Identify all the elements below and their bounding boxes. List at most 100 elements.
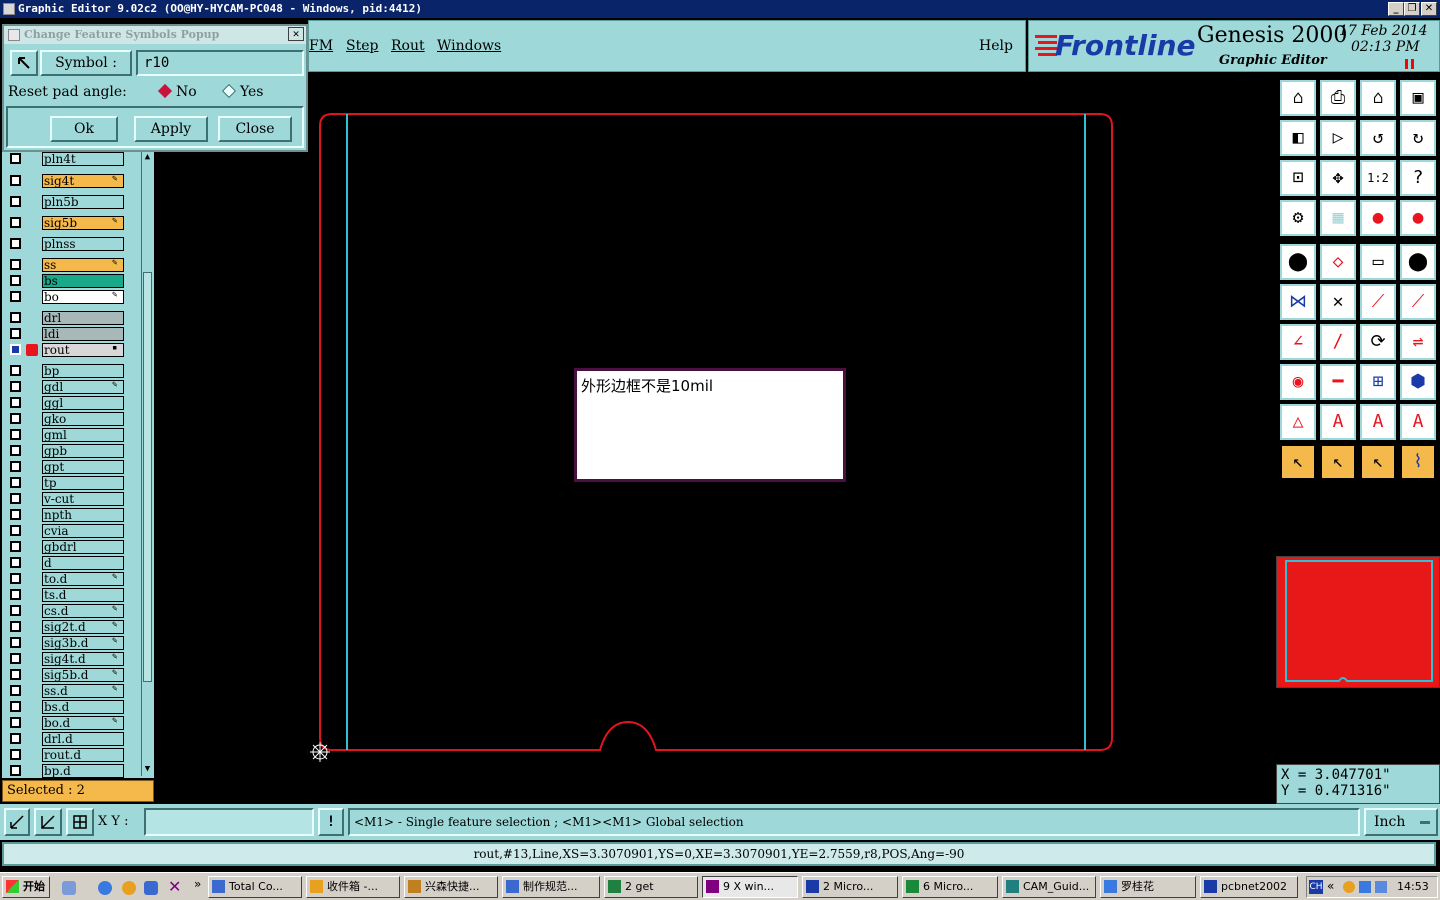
language-indicator[interactable]: CH [1309, 880, 1323, 894]
layer-checkbox[interactable] [10, 541, 21, 552]
measure-mode-button[interactable] [34, 808, 62, 836]
symbol-input[interactable]: r10 [136, 50, 304, 76]
layer-row-gko[interactable]: gko [8, 412, 126, 426]
minimize-button[interactable]: _ [1388, 2, 1404, 16]
layer-row-ts-d[interactable]: ts.d [8, 588, 126, 602]
layer-name[interactable]: tp [42, 476, 124, 490]
layer-row-ggl[interactable]: ggl [8, 396, 126, 410]
zoom-center-tool[interactable]: ✥ [1320, 160, 1356, 196]
layer-checkbox[interactable] [10, 461, 21, 472]
taskbar-button[interactable]: 收件箱 -... [306, 876, 400, 898]
arc-tool[interactable]: ⟳ [1360, 324, 1396, 360]
layer-checkbox[interactable] [10, 669, 21, 680]
shapes-tool[interactable]: ⬢ [1400, 364, 1436, 400]
layer-red-tool[interactable]: ● [1360, 200, 1396, 236]
layer-checkbox[interactable] [10, 605, 21, 616]
layer-checkbox[interactable] [10, 525, 21, 536]
house-tool[interactable]: ⌂ [1360, 80, 1396, 116]
layer-row-pln5b[interactable]: pln5b [8, 195, 126, 209]
triangle-b-tool[interactable]: A [1360, 404, 1396, 440]
quicklaunch-ie-icon[interactable] [98, 881, 112, 895]
triangle-a-tool[interactable]: A [1320, 404, 1356, 440]
add-pad-tool[interactable]: ⬤ [1280, 244, 1316, 280]
layer-row-rout[interactable]: rout ▪ [8, 343, 126, 357]
angle-tool[interactable]: ∠ [1280, 324, 1316, 360]
ok-button[interactable]: Ok [50, 116, 118, 142]
layer-scrollbar[interactable]: ▲ ▼ [141, 152, 153, 776]
layer-checkbox[interactable] [10, 477, 21, 488]
pointer-alt-tool[interactable]: ↖ [1360, 444, 1396, 480]
layer-row-sig4t-d[interactable]: sig4t.d ✎ [8, 652, 126, 666]
layer-row-ss-d[interactable]: ss.d ✎ [8, 684, 126, 698]
layer-row-sig2t-d[interactable]: sig2t.d ✎ [8, 620, 126, 634]
start-button[interactable]: 开始 [2, 876, 50, 898]
layer-row-rout-d[interactable]: rout.d [8, 748, 126, 762]
quicklaunch-clock-icon[interactable] [122, 881, 136, 895]
layer-row-gdl[interactable]: gdl ✎ [8, 380, 126, 394]
layer-checkbox[interactable] [10, 637, 21, 648]
layer-name[interactable]: bs.d [42, 700, 124, 714]
layer-checkbox[interactable] [10, 701, 21, 712]
overview-map[interactable] [1276, 556, 1440, 688]
layer-checkbox[interactable] [10, 413, 21, 424]
menu-windows[interactable]: Windows [437, 38, 501, 54]
layer-name[interactable]: bp.d [42, 764, 124, 778]
point-line-tool[interactable]: ⟋ [1400, 284, 1436, 320]
layer-row-tp[interactable]: tp [8, 476, 126, 490]
layer-name[interactable]: gml [42, 428, 124, 442]
scroll-thumb[interactable] [143, 272, 152, 682]
scale-tool[interactable]: 1:2 [1360, 160, 1396, 196]
layer-row-sig3b-d[interactable]: sig3b.d ✎ [8, 636, 126, 650]
layer-row-bo[interactable]: bo ✎ [8, 290, 126, 304]
taskbar-button[interactable]: 罗桂花 [1100, 876, 1196, 898]
layer-name[interactable]: npth [42, 508, 124, 522]
quicklaunch-x-icon[interactable]: ✕ [168, 877, 181, 896]
layer-name[interactable]: bp [42, 364, 124, 378]
layer-name[interactable]: d [42, 556, 124, 570]
window-tool[interactable]: ▣ [1400, 80, 1436, 116]
layer-row-d[interactable]: d [8, 556, 126, 570]
layer-name[interactable]: gpt [42, 460, 124, 474]
layer-name[interactable]: gpb [42, 444, 124, 458]
layer-name[interactable]: gbdrl [42, 540, 124, 554]
tray-expand-icon[interactable]: « [1327, 879, 1334, 893]
layer-checkbox[interactable] [10, 685, 21, 696]
units-selector[interactable]: Inch [1364, 808, 1438, 836]
tray-clock-icon[interactable] [1343, 881, 1355, 893]
message-box[interactable]: 外形边框不是10mil [574, 368, 846, 482]
slash-tool[interactable]: ∕ [1320, 324, 1356, 360]
layer-checkbox[interactable] [10, 365, 21, 376]
maximize-button[interactable]: ❐ [1404, 2, 1420, 16]
layer-row-bp[interactable]: bp [8, 364, 126, 378]
layer-checkbox[interactable] [10, 509, 21, 520]
symbol-selector-button[interactable] [10, 50, 38, 76]
layer-checkbox[interactable] [10, 493, 21, 504]
layer-checkbox[interactable] [10, 328, 21, 339]
layer-checkbox[interactable] [10, 653, 21, 664]
layer-checkbox[interactable] [10, 312, 21, 323]
move-right-tool[interactable]: ▷ [1320, 120, 1356, 156]
layer-row-gpb[interactable]: gpb [8, 444, 126, 458]
triangle-c-tool[interactable]: A [1400, 404, 1436, 440]
quicklaunch-desktop-icon[interactable] [62, 881, 76, 895]
layer-checkbox[interactable] [10, 259, 21, 270]
layer-row-plnss[interactable]: plnss [8, 237, 126, 251]
layer-row-gml[interactable]: gml [8, 428, 126, 442]
dash-tool[interactable]: ━ [1320, 364, 1356, 400]
layer-row-npth[interactable]: npth [8, 508, 126, 522]
menu-help[interactable]: Help [979, 38, 1013, 54]
layer-red-alt-tool[interactable]: ● [1400, 200, 1436, 236]
layer-checkbox[interactable] [10, 621, 21, 632]
layer-checkbox[interactable] [10, 175, 21, 186]
layer-row-bs-d[interactable]: bs.d [8, 700, 126, 714]
layer-row-v-cut[interactable]: v-cut [8, 492, 126, 506]
layer-name[interactable]: drl [42, 311, 124, 325]
layer-checkbox[interactable] [10, 445, 21, 456]
layer-name[interactable]: pln5b [42, 195, 124, 209]
layer-row-gpt[interactable]: gpt [8, 460, 126, 474]
line-point-tool[interactable]: ⟋ [1360, 284, 1396, 320]
dot-tool[interactable]: ⬤ [1400, 244, 1436, 280]
menu-rout[interactable]: Rout [391, 38, 425, 54]
layer-checkbox[interactable] [10, 344, 21, 355]
layer-row-sig5b-d[interactable]: sig5b.d ✎ [8, 668, 126, 682]
